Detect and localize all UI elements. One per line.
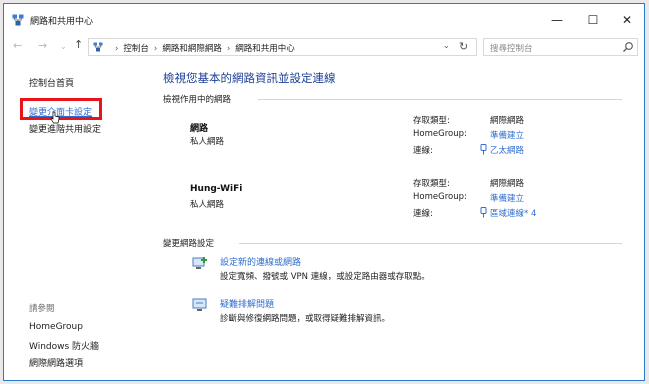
- setup-new-connection-desc: 設定寬頻、撥號或 VPN 連線，或設定路由器或存取點。: [220, 272, 430, 282]
- up-button[interactable]: ↑: [74, 38, 83, 51]
- search-placeholder: 搜尋控制台: [490, 44, 533, 54]
- recent-locations-button[interactable]: ⌄: [60, 42, 67, 51]
- breadcrumb: › 控制台 › 網路和網際網路 › 網路和共用中心: [110, 42, 295, 54]
- access-type-label: 存取類型:: [413, 179, 450, 189]
- section-divider: [239, 243, 622, 244]
- navigation-bar: ← → ⌄ ↑ › 控制台 › 網路和網際網路 › 網路和共用中心 ⌄ ↻ 搜尋控制台: [4, 34, 644, 60]
- change-settings-heading: 變更網路設定: [163, 239, 215, 249]
- breadcrumb-separator[interactable]: ›: [227, 44, 230, 54]
- ethernet-connection-link[interactable]: 乙太網路: [490, 144, 524, 156]
- connections-label: 連線:: [413, 209, 433, 219]
- network-name: 網路: [190, 124, 209, 134]
- network-type: 私人網路: [190, 137, 225, 147]
- network-type: 私人網路: [190, 200, 225, 210]
- minimize-button[interactable]: —: [542, 10, 572, 30]
- forward-button[interactable]: →: [38, 39, 47, 52]
- access-type-label: 存取類型:: [413, 116, 450, 126]
- address-dropdown-button[interactable]: ⌄: [443, 41, 450, 50]
- close-button[interactable]: ✕: [612, 10, 642, 30]
- see-also-heading: 請參閱: [29, 304, 55, 314]
- homegroup-link[interactable]: HomeGroup: [29, 322, 83, 332]
- breadcrumb-control-panel[interactable]: 控制台: [123, 44, 149, 54]
- control-panel-icon: [93, 42, 103, 52]
- network-name: Hung-WiFi: [190, 184, 243, 194]
- back-button[interactable]: ←: [13, 39, 22, 52]
- homegroup-ready-link[interactable]: 準備建立: [490, 192, 524, 204]
- setup-new-connection-link[interactable]: 設定新的連線或網路: [220, 255, 301, 268]
- internet-options-link[interactable]: 網際網路選項: [29, 356, 83, 369]
- local-connection-link[interactable]: 區域連線* 4: [490, 207, 536, 219]
- troubleshoot-problems-link[interactable]: 疑難排解問題: [220, 297, 274, 310]
- breadcrumb-network-internet[interactable]: 網路和網際網路: [162, 44, 222, 54]
- new-connection-icon: [192, 257, 207, 269]
- mouse-cursor-icon: [50, 111, 60, 124]
- breadcrumb-network-sharing-center[interactable]: 網路和共用中心: [235, 44, 295, 54]
- search-icon[interactable]: [622, 41, 634, 53]
- access-type-value: 網際網路: [490, 116, 525, 126]
- section-divider: [258, 99, 622, 100]
- breadcrumb-separator: ›: [115, 44, 119, 54]
- access-type-value: 網際網路: [490, 179, 525, 189]
- homegroup-label: HomeGroup:: [413, 129, 467, 139]
- connections-label: 連線:: [413, 146, 433, 156]
- maximize-button[interactable]: ☐: [578, 10, 608, 30]
- homegroup-ready-link[interactable]: 準備建立: [490, 129, 524, 141]
- active-networks-heading: 檢視作用中的網路: [163, 95, 232, 105]
- breadcrumb-separator[interactable]: ›: [154, 44, 157, 54]
- window-title: 網路和共用中心: [30, 17, 94, 27]
- refresh-button[interactable]: ↻: [459, 40, 468, 53]
- network-sharing-center-window: 網路和共用中心 — ☐ ✕ ← → ⌄ ↑ › 控制台 › 網路和網際網路 › 網路和共用…: [3, 3, 645, 381]
- windows-firewall-link[interactable]: Windows 防火牆: [29, 339, 99, 352]
- main-pane: 檢視您基本的網路資訊並設定連線 檢視作用中的網路 網路 私人網路 存取類型: 網…: [163, 60, 633, 380]
- control-panel-home-link[interactable]: 控制台首頁: [29, 76, 74, 89]
- page-title: 檢視您基本的網路資訊並設定連線: [163, 71, 336, 85]
- title-bar: 網路和共用中心 — ☐ ✕: [4, 4, 644, 34]
- address-bar[interactable]: › 控制台 › 網路和網際網路 › 網路和共用中心 ⌄ ↻: [88, 38, 477, 56]
- network-center-icon: [12, 14, 24, 26]
- troubleshoot-problems-desc: 診斷與修復網路問題，或取得疑難排解資訊。: [220, 314, 391, 324]
- homegroup-label: HomeGroup:: [413, 192, 467, 202]
- search-box[interactable]: 搜尋控制台: [483, 38, 638, 56]
- troubleshoot-icon: [192, 298, 207, 311]
- ethernet-icon: [480, 144, 487, 155]
- change-advanced-sharing-link[interactable]: 變更進階共用設定: [29, 122, 101, 135]
- local-connection-icon: [480, 207, 487, 218]
- highlight-box: [20, 98, 102, 120]
